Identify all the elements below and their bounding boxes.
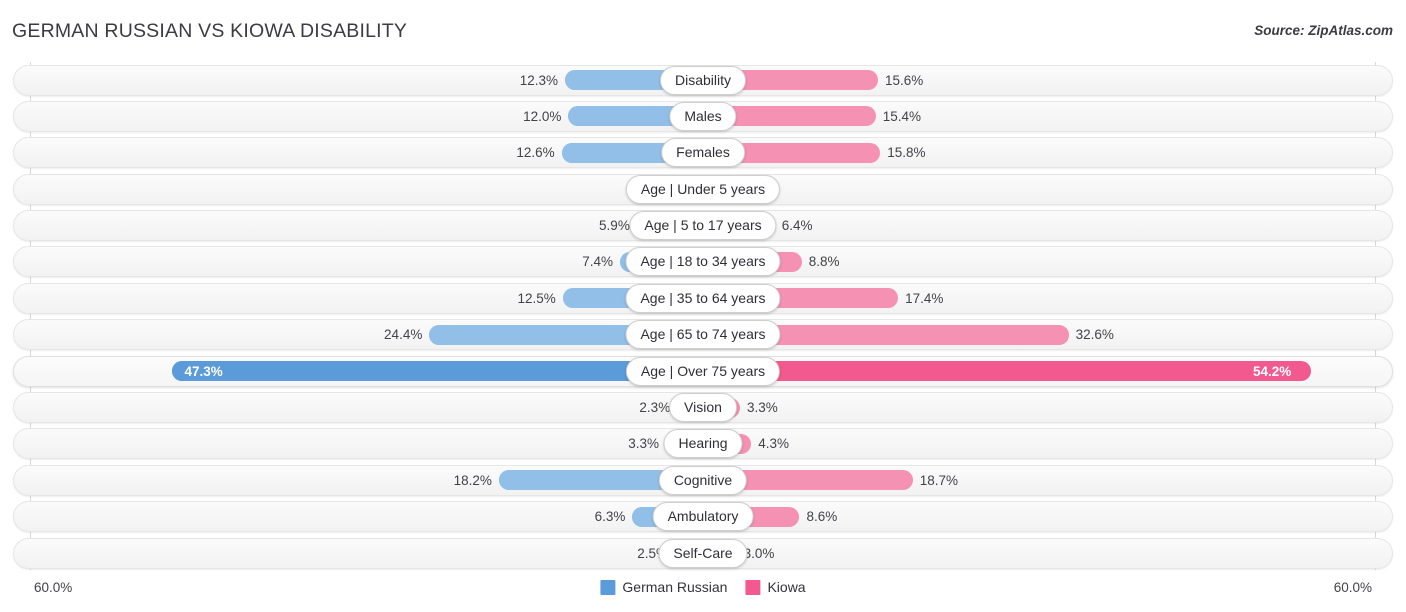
value-label-right: 17.4% [905, 290, 944, 306]
value-label-left: 12.5% [517, 290, 556, 306]
table-row[interactable]: 12.5% 17.4% Age | 35 to 64 years [0, 280, 1406, 316]
table-row[interactable]: 2.5% 3.0% Self-Care [0, 535, 1406, 571]
value-label-left: 7.4% [582, 254, 613, 270]
row-category-label: Cognitive [658, 465, 748, 495]
value-label-right: 3.3% [747, 400, 778, 416]
row-category-label: Females [661, 138, 745, 168]
legend-label: Kiowa [767, 579, 806, 595]
table-row[interactable]: 7.4% 8.8% Age | 18 to 34 years [0, 244, 1406, 280]
value-label-right: 32.6% [1075, 327, 1114, 343]
bar-left-german-russian [172, 361, 703, 382]
value-label-left: 5.9% [599, 218, 630, 234]
table-row[interactable]: 12.0% 15.4% Males [0, 98, 1406, 134]
table-row[interactable]: 47.3% 54.2% Age | Over 75 years [0, 353, 1406, 389]
chart-footer: 60.0% 60.0% German Russian Kiowa [0, 570, 1406, 612]
value-label-right: 3.0% [743, 545, 775, 561]
table-row[interactable]: 5.9% 6.4% Age | 5 to 17 years [0, 208, 1406, 244]
legend-swatch-icon [600, 579, 616, 595]
legend-item[interactable]: German Russian [600, 579, 727, 595]
value-label-left: 12.3% [519, 72, 559, 88]
value-label-right: 4.3% [758, 436, 789, 452]
value-label-right: 18.7% [919, 472, 959, 488]
row-category-label: Self-Care [658, 538, 748, 568]
row-category-label: Age | Under 5 years [625, 174, 781, 204]
row-category-label: Males [669, 101, 737, 131]
chart-legend: German Russian Kiowa [600, 579, 806, 595]
table-row[interactable]: 18.2% 18.7% Cognitive [0, 462, 1406, 498]
bar-right-kiowa [703, 361, 1311, 382]
value-label-right: 6.4% [781, 218, 813, 234]
chart-header: GERMAN RUSSIAN VS KIOWA DISABILITY Sourc… [0, 0, 1406, 62]
page-title: GERMAN RUSSIAN VS KIOWA DISABILITY [12, 20, 408, 42]
bar-rows-container: 12.3% 15.6% Disability 12.0% 15.4% Males 12.6%… [0, 62, 1406, 571]
row-category-label: Vision [669, 393, 737, 423]
chart-plot-area: 12.3% 15.6% Disability 12.0% 15.4% Males 12.6%… [0, 62, 1406, 570]
row-category-label: Age | 65 to 74 years [625, 320, 781, 350]
value-label-right: 8.8% [808, 254, 840, 270]
value-label-left: 6.3% [594, 509, 626, 525]
value-label-right: 54.2% [1252, 363, 1292, 379]
value-label-left: 12.0% [523, 108, 562, 124]
value-label-left: 24.4% [384, 327, 423, 343]
value-label-left: 2.3% [639, 400, 671, 416]
value-label-left: 12.6% [516, 145, 555, 161]
table-row[interactable]: 6.3% 8.6% Ambulatory [0, 499, 1406, 535]
row-category-label: Age | 18 to 34 years [625, 247, 781, 277]
row-category-label: Hearing [663, 429, 743, 459]
legend-label: German Russian [622, 579, 728, 595]
row-category-label: Age | 35 to 64 years [625, 283, 781, 313]
table-row[interactable]: 1.6%1.5%Age | Under 5 years [0, 171, 1406, 207]
row-category-label: Age | 5 to 17 years [629, 211, 777, 241]
value-label-right: 15.8% [887, 145, 926, 161]
axis-max-left: 60.0% [34, 580, 73, 595]
row-category-label: Age | Over 75 years [625, 356, 781, 386]
table-row[interactable]: 12.3% 15.6% Disability [0, 62, 1406, 98]
legend-swatch-icon [745, 579, 761, 595]
table-row[interactable]: 2.3% 3.3% Vision [0, 390, 1406, 426]
value-label-right: 15.6% [884, 72, 924, 88]
value-label-right: 15.4% [882, 108, 922, 124]
value-label-left: 3.3% [628, 436, 659, 452]
table-row[interactable]: 12.6% 15.8% Females [0, 135, 1406, 171]
source-attribution: Source: ZipAtlas.com [1254, 23, 1393, 38]
chart-page: GERMAN RUSSIAN VS KIOWA DISABILITY Sourc… [0, 0, 1406, 612]
table-row[interactable]: 3.3% 4.3% Hearing [0, 426, 1406, 462]
value-label-left: 47.3% [184, 363, 223, 379]
row-category-label: Ambulatory [652, 502, 754, 532]
row-category-label: Disability [659, 65, 747, 95]
value-label-right: 8.6% [806, 509, 838, 525]
legend-item[interactable]: Kiowa [745, 579, 806, 595]
value-label-left: 18.2% [453, 472, 492, 488]
axis-max-right: 60.0% [1333, 580, 1372, 595]
table-row[interactable]: 24.4% 32.6% Age | 65 to 74 years [0, 317, 1406, 353]
